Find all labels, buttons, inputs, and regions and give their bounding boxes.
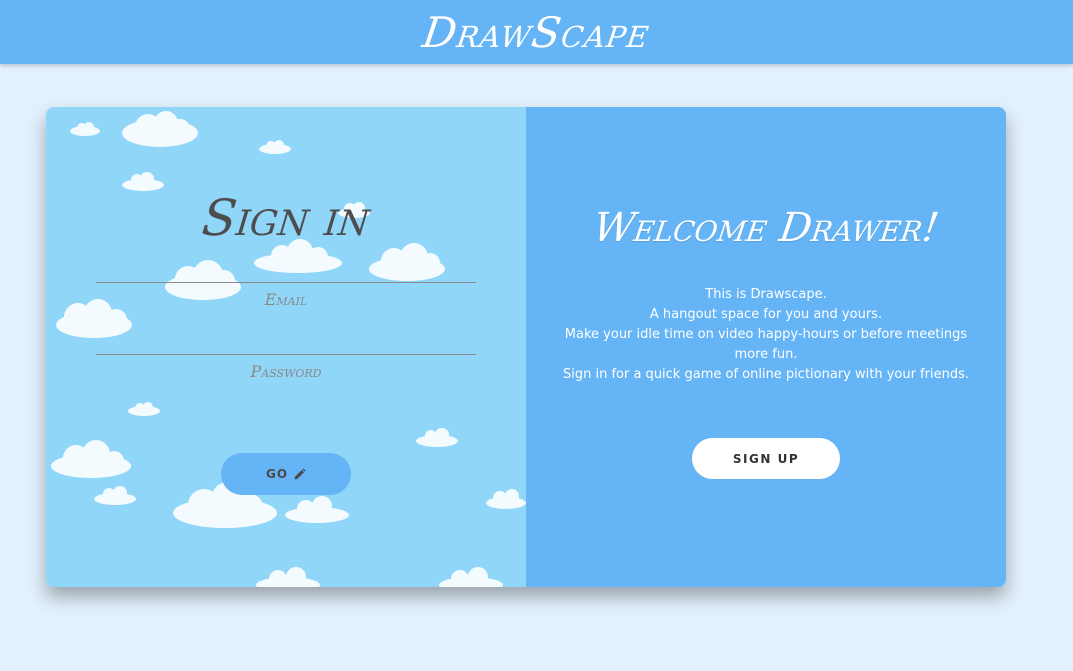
cloud-decoration [416, 428, 458, 447]
password-field-wrapper [96, 354, 476, 414]
email-field-wrapper [96, 282, 476, 342]
cloud-decoration [369, 243, 445, 281]
email-input[interactable] [96, 283, 476, 342]
description-line: more fun. [734, 347, 798, 362]
cloud-decoration [51, 440, 131, 478]
password-input[interactable] [96, 355, 476, 414]
cloud-decoration [70, 122, 100, 136]
cloud-decoration [94, 486, 136, 505]
description-line: This is Drawscape. [705, 287, 827, 302]
signin-title: Sign in [199, 189, 373, 247]
cloud-decoration [439, 567, 503, 587]
auth-card: Sign in GO Welcome Drawer! This is Draws… [46, 107, 1006, 587]
welcome-panel: Welcome Drawer! This is Drawscape. A han… [526, 107, 1006, 587]
top-bar: DrawScape [0, 0, 1073, 64]
signin-panel: Sign in GO [46, 107, 526, 587]
go-button[interactable]: GO [221, 453, 351, 495]
cloud-decoration [256, 567, 320, 587]
signup-button[interactable]: SIGN UP [692, 438, 840, 479]
cloud-decoration [486, 489, 526, 509]
brand-logo[interactable]: DrawScape [420, 8, 654, 57]
description-line: Make your idle time on video happy-hours… [564, 327, 968, 342]
welcome-description: This is Drawscape. A hangout space for y… [546, 285, 986, 385]
welcome-title: Welcome Drawer! [590, 205, 942, 251]
description-line: A hangout space for you and yours. [649, 307, 883, 322]
cloud-decoration [259, 140, 291, 154]
description-line: Sign in for a quick game of online picti… [562, 367, 969, 382]
go-button-label: GO [265, 467, 289, 481]
cloud-decoration [285, 496, 349, 523]
cloud-decoration [122, 111, 198, 147]
pencil-icon [294, 467, 306, 479]
